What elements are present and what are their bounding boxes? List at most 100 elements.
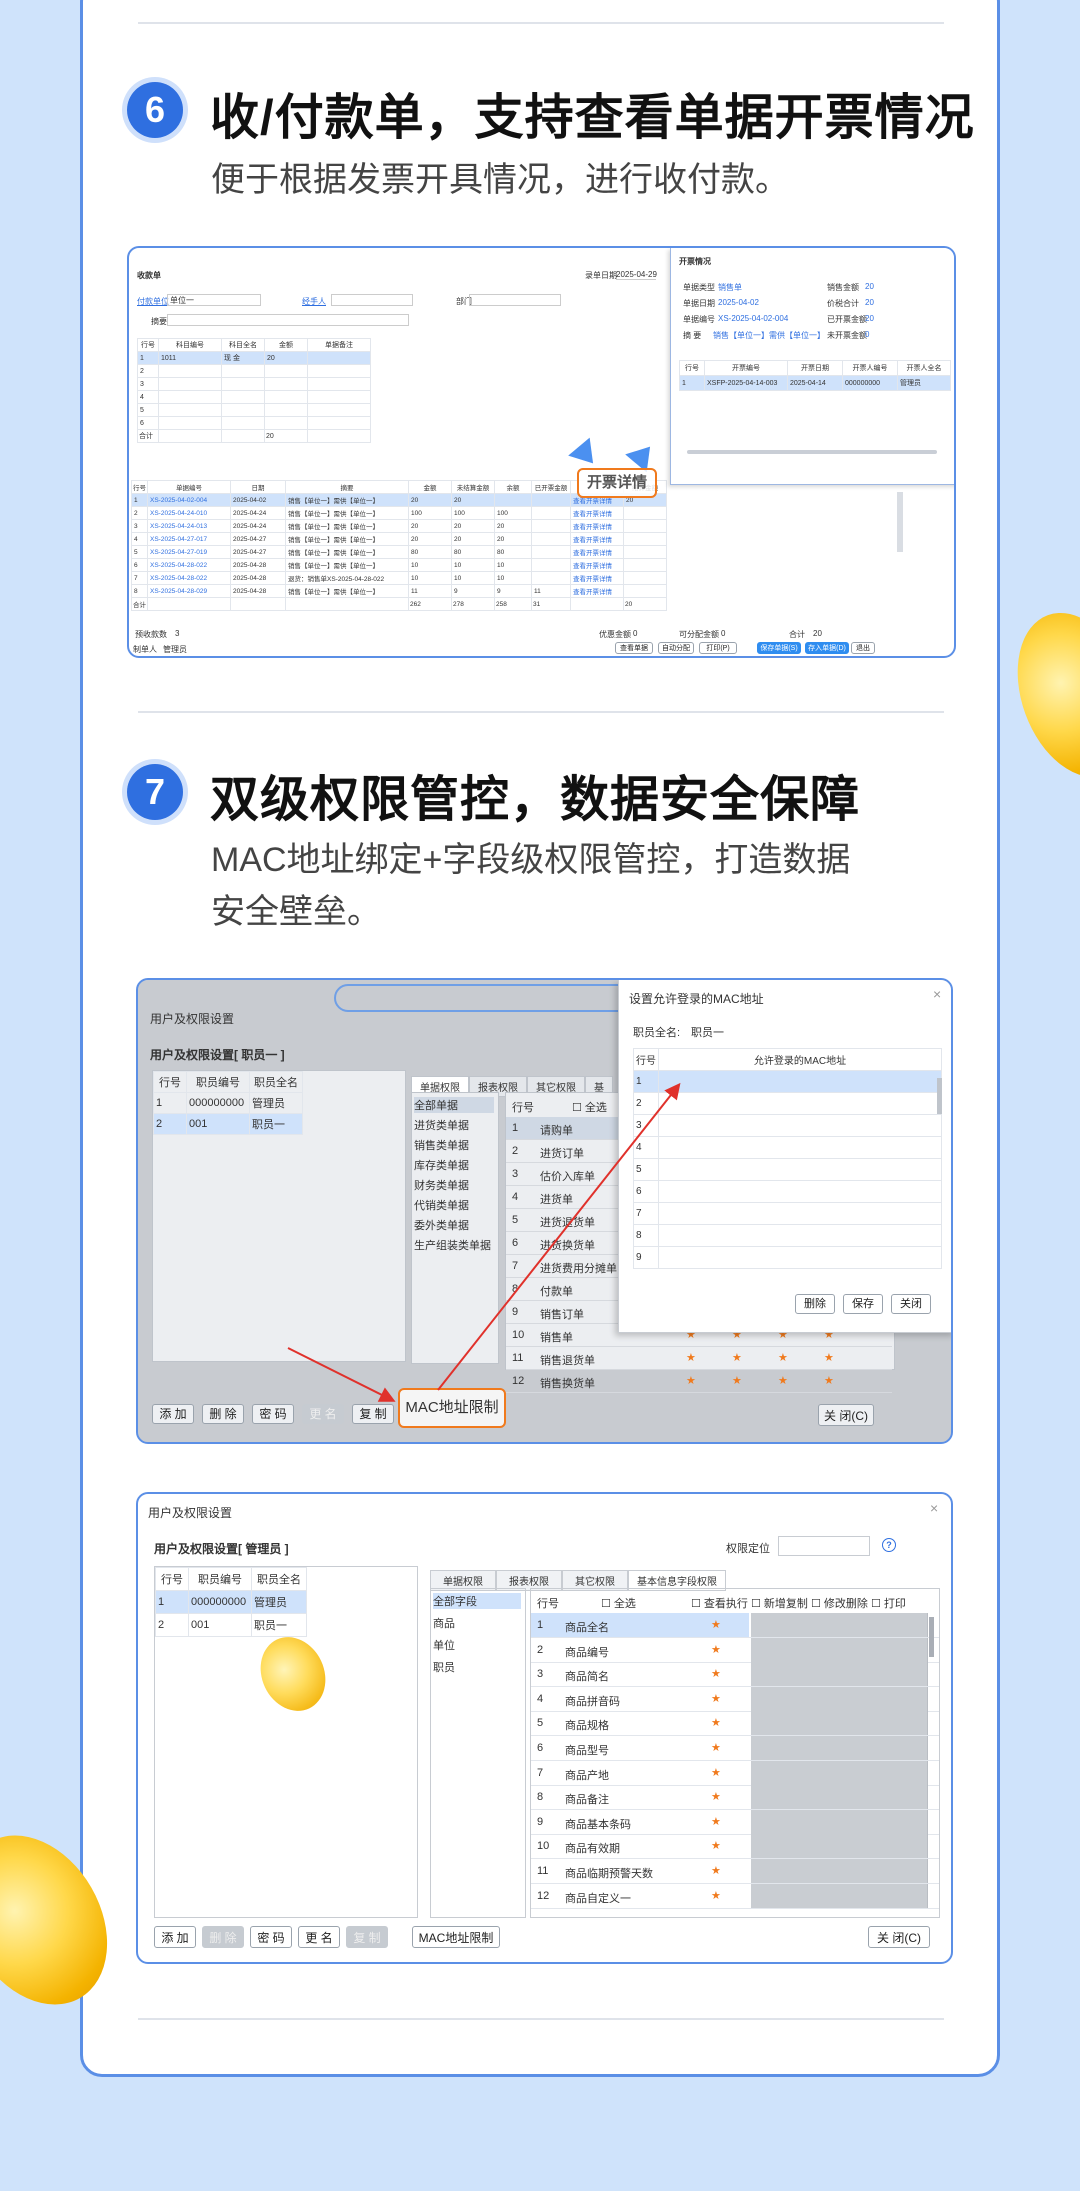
category-item[interactable]: 商品 — [433, 1615, 455, 1631]
action-button[interactable]: 自动分配 — [658, 642, 694, 654]
star-icon[interactable]: ★ — [711, 1667, 721, 1680]
user-action-button[interactable]: 添 加 — [154, 1926, 196, 1948]
table-row[interactable]: 2 商品编号 ★ — [531, 1637, 939, 1663]
table-row[interactable]: 6 XS-2025-04-28-022 2025-04-28 销售【单位一】需供【单位… — [131, 558, 667, 572]
star-icon[interactable]: ★ — [711, 1716, 721, 1729]
horizontal-scrollbar[interactable] — [687, 450, 937, 454]
table-row[interactable]: 3 商品简名 ★ — [531, 1662, 939, 1688]
field-name: 商品基本条码 — [565, 1818, 631, 1831]
table-cell — [158, 377, 222, 391]
table-row[interactable]: 7 商品产地 ★ — [531, 1760, 939, 1786]
category-item[interactable]: 全部字段 — [433, 1593, 521, 1609]
pointer-arrows — [287, 1082, 681, 1402]
column-checkbox[interactable]: ☐ 查看执行 — [691, 1595, 748, 1611]
star-icon[interactable]: ★ — [711, 1864, 721, 1877]
action-button[interactable]: 打印(P) — [699, 642, 737, 654]
table-row[interactable]: 2 001 职员一 — [155, 1613, 307, 1637]
column-checkbox[interactable]: ☐ 全选 — [601, 1595, 636, 1611]
table-row[interactable]: 1 000000000 管理员 — [155, 1590, 307, 1614]
star-icon[interactable]: ★ — [711, 1839, 721, 1852]
window-title: 用户及权限设置 — [148, 1506, 233, 1520]
table-row[interactable]: 6 商品型号 ★ — [531, 1736, 939, 1761]
user-action-button[interactable]: 更 名 — [298, 1926, 340, 1948]
table-row[interactable]: 5 商品规格 ★ — [531, 1711, 939, 1737]
action-button[interactable]: 退出 — [851, 642, 875, 654]
star-icon[interactable]: ★ — [711, 1889, 721, 1902]
table-row[interactable]: 1 1011 现 金 20 — [137, 351, 371, 365]
table-row[interactable]: 5 XS-2025-04-27-019 2025-04-27 销售【单位一】需供【单位… — [131, 545, 667, 559]
handler-label[interactable]: 经手人 — [302, 296, 326, 307]
table-cell: 100 — [408, 506, 452, 520]
table-cell — [158, 416, 222, 430]
action-button[interactable]: 存入单据(D) — [805, 642, 849, 654]
action-button[interactable]: 查看单据 — [615, 642, 653, 654]
pay-unit-label[interactable]: 付款单位 — [137, 296, 169, 307]
table-row[interactable]: 2 — [137, 364, 371, 378]
star-icon[interactable]: ★ — [711, 1790, 721, 1803]
table-row[interactable]: 8 XS-2025-04-28-029 2025-04-28 销售【单位一】需供【单位… — [131, 584, 667, 598]
close-button[interactable]: 关 闭(C) — [868, 1926, 930, 1948]
table-cell: 000000000 — [188, 1590, 252, 1614]
star-icon[interactable]: ★ — [711, 1618, 721, 1631]
column-checkbox[interactable]: ☐ 修改删除 — [811, 1595, 868, 1611]
close-icon[interactable]: × — [930, 1500, 938, 1516]
table-cell: 20 — [408, 493, 452, 507]
table-row[interactable]: 9 商品基本条码 ★ — [531, 1809, 939, 1835]
star-icon[interactable]: ★ — [711, 1815, 721, 1828]
star-icon[interactable]: ★ — [711, 1741, 721, 1754]
table-cell: 10 — [408, 558, 452, 572]
action-button[interactable]: 保存单据(S) — [757, 642, 801, 654]
table-row[interactable]: 4 XS-2025-04-27-017 2025-04-27 销售【单位一】需供【单位… — [131, 532, 667, 546]
table-cell: 10 — [451, 571, 495, 585]
table-row[interactable]: 3 — [137, 377, 371, 391]
user-table: 行号 职员编号 职员全名 1 000000000 管理员 2 001 职员一 — [155, 1567, 307, 1637]
table-row[interactable]: 7 XS-2025-04-28-022 2025-04-28 退货：销售单XS-202… — [131, 571, 667, 585]
table-cell: 6 — [137, 416, 159, 430]
dept-input[interactable] — [469, 294, 561, 306]
table-cell: 258 — [494, 597, 532, 611]
table-cell: XSFP-2025-04-14-003 — [704, 375, 788, 391]
table-cell: 销售【单位一】需供【单位一】 — [285, 584, 409, 598]
star-icon[interactable]: ★ — [711, 1692, 721, 1705]
row-number: 9 — [537, 1815, 544, 1828]
pay-unit-input[interactable]: 单位一 — [167, 294, 261, 306]
column-checkbox[interactable]: ☐ 新增复制 — [751, 1595, 808, 1611]
user-action-button[interactable]: 复 制 — [346, 1926, 388, 1948]
star-icon[interactable]: ★ — [711, 1766, 721, 1779]
divider — [138, 2018, 944, 2020]
star-icon[interactable]: ★ — [711, 1643, 721, 1656]
date-input[interactable]: 2025-04-29 — [616, 270, 657, 280]
table-row[interactable]: 1 商品全名 ★ — [531, 1613, 939, 1638]
column-header: 单据编号 — [147, 480, 231, 494]
table-row[interactable]: 4 商品拼音码 ★ — [531, 1686, 939, 1712]
handler-input[interactable] — [331, 294, 413, 306]
table-row[interactable]: 3 XS-2025-04-24-013 2025-04-24 销售【单位一】需供【单位… — [131, 519, 667, 533]
table-row[interactable]: 1 XSFP-2025-04-14-003 2025-04-14 000000000 管… — [679, 375, 951, 391]
category-item[interactable]: 职员 — [433, 1659, 455, 1675]
help-icon[interactable]: ? — [882, 1538, 896, 1552]
table-row[interactable]: 6 — [137, 416, 371, 430]
table-row[interactable]: 12 商品自定义一 ★ — [531, 1883, 939, 1909]
user-action-button[interactable]: 密 码 — [250, 1926, 292, 1948]
scrollbar[interactable] — [897, 492, 903, 552]
user-action-button[interactable]: 删 除 — [202, 1926, 244, 1948]
summary-input[interactable] — [167, 314, 409, 326]
column-header: 行号 — [155, 1567, 189, 1591]
table-row[interactable]: 8 商品备注 ★ — [531, 1785, 939, 1811]
scrollbar[interactable] — [929, 1617, 934, 1657]
table-row[interactable]: 5 — [137, 403, 371, 417]
table-cell: 80 — [494, 545, 532, 559]
table-row[interactable]: 2 XS-2025-04-24-010 2025-04-24 销售【单位一】需供【单位… — [131, 506, 667, 520]
locate-input[interactable] — [778, 1536, 870, 1556]
table-cell — [221, 364, 265, 378]
table-row[interactable]: 4 — [137, 390, 371, 404]
category-item[interactable]: 单位 — [433, 1637, 455, 1653]
mac-limit-button[interactable]: MAC地址限制 — [412, 1926, 500, 1948]
table-row[interactable]: 10 商品有效期 ★ — [531, 1834, 939, 1860]
table-cell: 2025-04-24 — [230, 519, 286, 533]
table-cell — [307, 377, 371, 391]
table-cell: 20 — [451, 532, 495, 546]
table-row[interactable]: 11 商品临期预警天数 ★ — [531, 1859, 939, 1884]
table-cell: 4 — [131, 532, 148, 546]
column-checkbox[interactable]: ☐ 打印 — [871, 1595, 906, 1611]
